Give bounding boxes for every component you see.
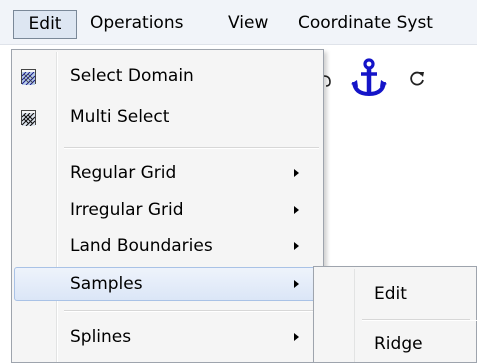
menu-edit[interactable]: Edit [13, 10, 77, 39]
menu-item-label: Irregular Grid [70, 200, 184, 220]
multi-select-icon [21, 110, 36, 127]
menu-coordinate-system[interactable]: Coordinate Syst [298, 9, 433, 37]
menu-item-label: Ridge [374, 334, 423, 354]
submenu-item-edit[interactable]: Edit [316, 277, 474, 311]
menu-item-multi-select[interactable]: Multi Select [14, 100, 321, 134]
samples-submenu: Edit Ridge [313, 266, 477, 363]
menu-item-select-domain[interactable]: Select Domain [14, 59, 321, 93]
menu-item-label: Samples [70, 274, 143, 294]
select-domain-icon [21, 69, 36, 86]
edit-menu: Select Domain Multi Select Regular Grid … [11, 49, 324, 363]
submenu-arrow-icon [294, 169, 299, 177]
toolbar-partial-icon[interactable] [323, 72, 332, 87]
submenu-arrow-icon [294, 242, 299, 250]
menu-item-label: Land Boundaries [70, 236, 213, 256]
menu-separator [64, 147, 319, 149]
menu-item-irregular-grid[interactable]: Irregular Grid [14, 193, 321, 227]
submenu-arrow-icon [294, 280, 299, 288]
submenu-arrow-icon [294, 333, 299, 341]
refresh-icon[interactable] [408, 69, 426, 87]
menu-item-land-boundaries[interactable]: Land Boundaries [14, 229, 321, 263]
menu-item-samples[interactable]: Samples [14, 267, 321, 301]
menu-item-label: Splines [70, 327, 132, 347]
menu-separator [64, 310, 319, 312]
anchor-icon[interactable] [350, 58, 388, 98]
menu-separator [362, 319, 477, 321]
menu-item-label: Edit [374, 284, 407, 304]
menu-item-label: Multi Select [70, 107, 170, 127]
menu-bar: Edit Operations View Coordinate Syst [0, 0, 477, 45]
menu-item-splines[interactable]: Splines [14, 320, 321, 354]
menu-view[interactable]: View [228, 9, 268, 37]
menu-item-regular-grid[interactable]: Regular Grid [14, 156, 321, 190]
menu-operations[interactable]: Operations [90, 9, 183, 37]
submenu-arrow-icon [294, 206, 299, 214]
menu-item-label: Regular Grid [70, 163, 177, 183]
menu-item-label: Select Domain [70, 66, 194, 86]
submenu-item-ridge[interactable]: Ridge [316, 327, 474, 361]
